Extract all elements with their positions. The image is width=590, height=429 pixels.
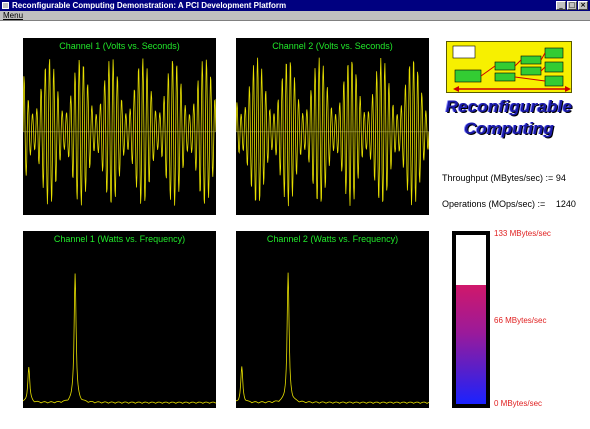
throughput-readout: Throughput (MBytes/sec) := 94 — [442, 173, 566, 183]
plot-title: Channel 1 (Volts vs. Seconds) — [59, 41, 180, 51]
plot-title: Channel 2 (Volts vs. Seconds) — [272, 41, 393, 51]
channel2-time-trace — [236, 57, 429, 207]
signal-trace — [236, 57, 429, 207]
close-button[interactable]: × — [578, 1, 588, 10]
menu-item-menu[interactable]: Menu — [3, 11, 23, 21]
meter-mid-label: 66 MBytes/sec — [494, 316, 547, 325]
channel2-freq-plot: Channel 2 (Watts vs. Frequency) — [236, 231, 429, 408]
window-title: Reconfigurable Computing Demonstration: … — [12, 1, 287, 10]
meter-fill — [456, 284, 486, 404]
throughput-meter — [452, 231, 490, 408]
meter-max-label: 133 MBytes/sec — [494, 229, 551, 238]
channel2-time-plot: Channel 2 (Volts vs. Seconds) — [236, 38, 429, 215]
app-icon[interactable] — [2, 2, 9, 9]
menu-bar: Menu — [0, 11, 590, 21]
plot-title: Channel 2 (Watts vs. Frequency) — [266, 234, 399, 244]
plot-title: Channel 1 (Watts vs. Frequency) — [53, 234, 186, 244]
channel1-freq-plot: Channel 1 (Watts vs. Frequency) — [23, 231, 216, 408]
reconfigurable-computing-logo: Reconfigurable Computing — [434, 37, 584, 145]
operations-readout: Operations (MOps/sec) := 1240 — [442, 199, 576, 209]
channel1-spectrum-trace — [23, 273, 216, 404]
maximize-button[interactable]: □ — [567, 1, 577, 10]
signal-trace — [23, 273, 216, 404]
operations-value: 1240 — [555, 199, 576, 209]
operations-label: Operations (MOps/sec) := — [442, 199, 546, 209]
channel1-time-trace — [23, 58, 216, 206]
channel1-time-plot: Channel 1 (Volts vs. Seconds) — [23, 38, 216, 215]
logo-text-line2: Computing — [464, 119, 554, 138]
throughput-value: 94 — [555, 173, 566, 183]
meter-track — [456, 235, 486, 404]
block-diagram-image — [446, 41, 572, 93]
throughput-label: Throughput (MBytes/sec) := — [442, 173, 554, 183]
title-bar: Reconfigurable Computing Demonstration: … — [0, 0, 590, 11]
channel2-spectrum-trace — [236, 272, 429, 404]
signal-trace — [236, 272, 429, 404]
minimize-button[interactable]: _ — [556, 1, 566, 10]
logo-text-line1: Reconfigurable — [445, 97, 573, 116]
meter-min-label: 0 MBytes/sec — [494, 399, 543, 408]
